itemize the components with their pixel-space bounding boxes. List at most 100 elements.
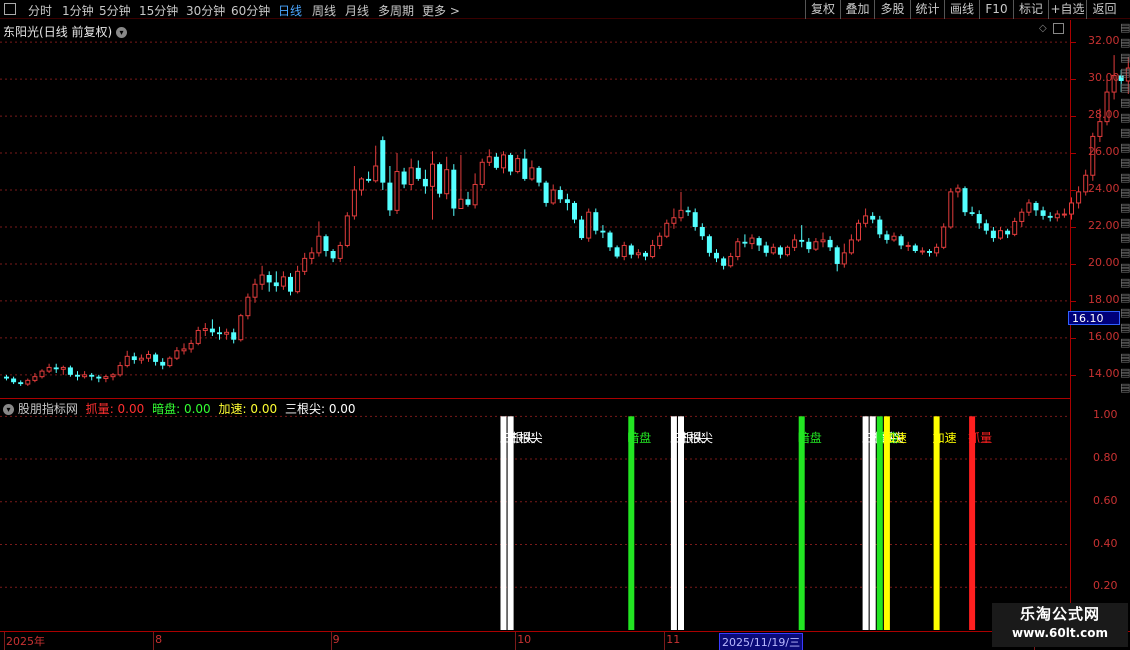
candle [465,191,471,207]
candle-body-down [564,199,570,203]
candle-body-up [955,187,961,193]
candle-body-up [678,209,684,219]
candle-body-down [969,212,975,215]
candle-body-down [153,354,159,362]
candle-body-up [905,244,911,247]
candle-body-up [238,315,244,341]
candle [373,145,379,183]
candle [572,201,577,224]
strip-glyph-icon: ▤ [1120,81,1130,94]
candle-body-down [465,199,471,205]
candle-body-up [103,376,109,380]
kline-chart[interactable] [0,0,1130,398]
candle [323,234,329,257]
strip-glyph-icon: ▤ [1120,186,1130,199]
legend-dark-pool: 暗盘: 0.00 [152,402,211,416]
candle [976,210,982,229]
candle [444,156,450,200]
strip-glyph-icon: ▤ [1120,381,1130,394]
candle-body-down [593,212,599,231]
candle-body-down [401,171,407,185]
strip-glyph-icon: ▤ [1120,366,1130,379]
date-tick-mark [4,632,5,650]
candle [763,241,769,257]
candle-body-up [458,198,464,210]
candle-body-up [224,331,230,335]
right-info-strip: ▤ ▤ ▤ ▤ ▤ ▤ ▤ ▤ ▤ ▤ ▤ ▤ ▤ ▤ ▤ ▤ ▤ ▤ ▤ ▤ ▤ ▤ ▤ ▤ ▤ [1120,20,1130,400]
candle [146,350,151,362]
price-tick-mark [1071,79,1076,81]
candle [238,313,244,342]
candle [96,374,102,383]
candle [75,371,80,381]
candle [664,219,670,239]
candle [53,363,59,373]
candle-body-down [217,332,222,335]
candle [493,153,499,170]
price-tick-mark [1071,190,1076,192]
candle [934,243,940,257]
candle [813,238,819,252]
candle [806,238,812,253]
candle-body-down [266,275,272,283]
candle-body-up [138,357,144,361]
candle [174,347,180,361]
candle-body-up [174,350,180,359]
candle-body-up [919,250,925,253]
indicator-name[interactable]: 股朋指标网 [18,402,78,416]
candle-body-down [799,239,805,242]
candle [820,232,826,248]
candle [671,208,677,229]
price-tick-label: 16.00 [1088,329,1120,343]
candle-body-up [479,161,485,185]
candle [1061,208,1067,218]
candle [912,243,918,253]
candle-body-down [288,276,293,292]
chevron-down-icon[interactable]: ▾ [3,404,14,415]
candle-body-up [735,241,741,258]
strip-glyph-icon: ▤ [1120,321,1130,334]
candle-body-down [721,258,727,266]
watermark-url: www.60lt.com [1011,626,1109,640]
candle [543,180,549,207]
candle [792,234,798,252]
candle-body-down [579,219,585,239]
candle-body-down [209,328,215,333]
candle-body-up [316,235,322,254]
candle-body-down [387,182,393,211]
candle-body-down [685,210,691,213]
candle [508,153,514,176]
candle [905,241,911,252]
indicator-header: ▾ 股朋指标网 抓量: 0.00 暗盘: 0.00 加速: 0.00 三根尖: … [3,400,356,417]
candle-body-up [46,366,52,372]
candle-body-down [834,247,840,264]
candle [252,278,258,303]
candle [635,249,641,259]
candle-body-up [1061,213,1067,216]
candle-body-down [614,247,620,257]
candle-body-up [181,348,187,352]
candle [188,339,194,353]
candle [408,158,414,191]
candle [1047,212,1053,222]
candle [1005,228,1011,239]
candle [962,186,968,216]
indicator-tick-label: 0.40 [1093,536,1118,550]
candle [515,154,521,174]
candle-body-up [444,169,450,195]
candle-body-down [273,282,279,287]
candle [891,232,897,242]
candle-body-down [75,374,80,377]
candle-body-down [699,226,705,237]
watermark-title: 乐淘公式网 [1019,605,1100,623]
candle-body-down [160,361,166,366]
candle-body-up [586,211,592,239]
candle-body-up [1026,202,1032,213]
candle-body-down [1047,215,1053,218]
candle [714,249,719,263]
candle [302,252,308,276]
candle [103,374,109,383]
candle [351,165,357,220]
candle [472,173,478,209]
candle [870,212,876,224]
